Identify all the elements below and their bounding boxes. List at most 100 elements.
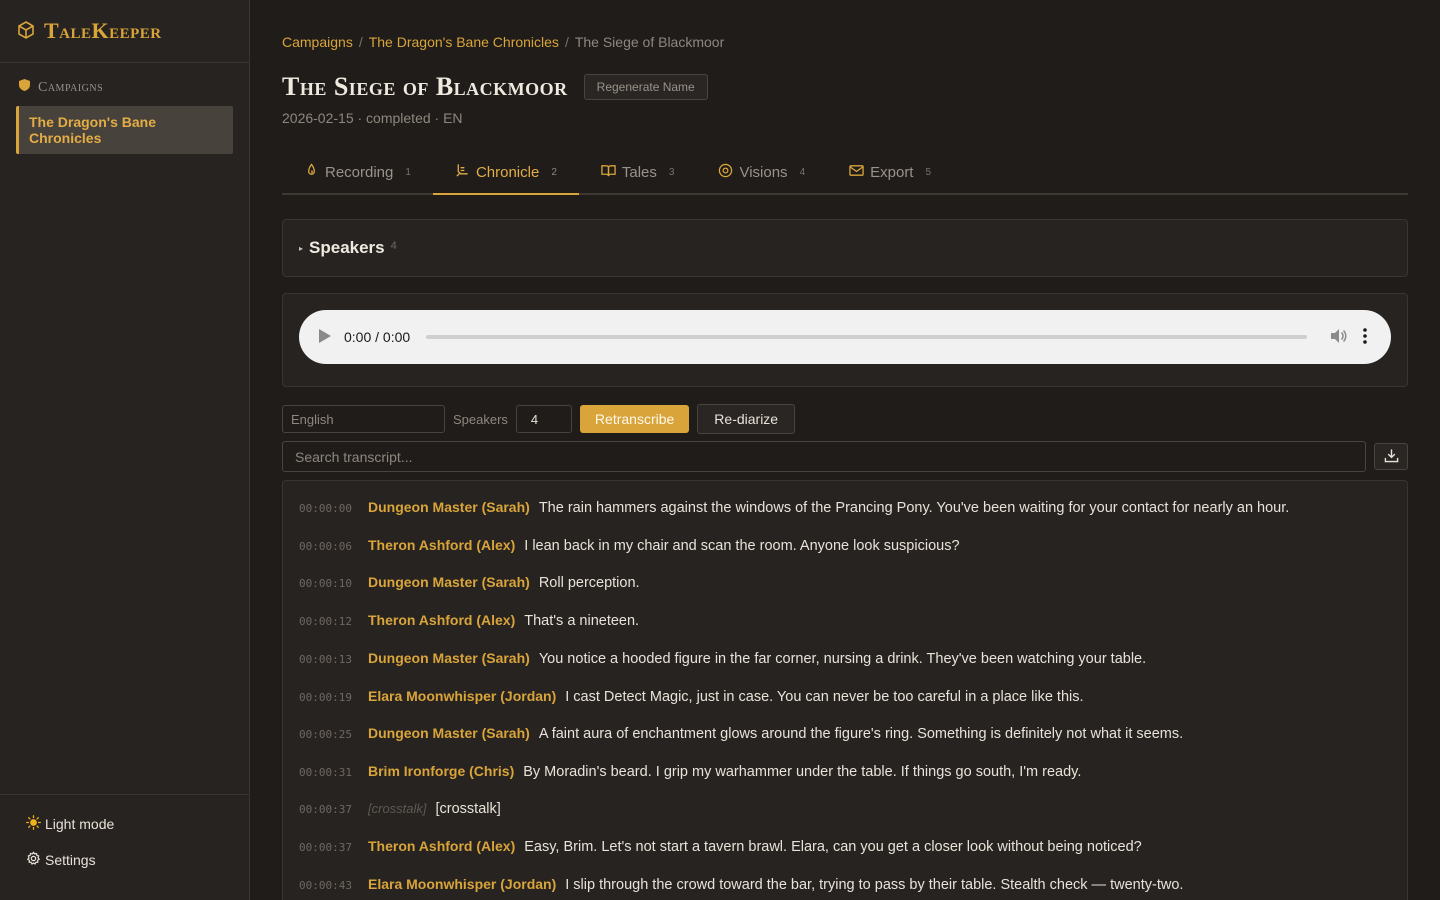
tab-label: Chronicle <box>475 164 540 181</box>
page-title: The Siege of Blackmoor <box>282 72 568 101</box>
segment-speaker[interactable]: Dungeon Master (Sarah) <box>368 574 530 590</box>
tab-tales[interactable]: Tales 3 <box>579 152 697 193</box>
segment-speaker[interactable]: Theron Ashford (Alex) <box>368 612 515 628</box>
download-icon <box>1384 448 1399 466</box>
segment-timestamp[interactable]: 00:00:00 <box>299 502 368 515</box>
transcript-segment[interactable]: 00:00:31 Brim Ironforge (Chris) By Moradin… <box>299 763 1081 780</box>
segment-speaker[interactable]: Dungeon Master (Sarah) <box>368 650 530 666</box>
language-input[interactable]: English <box>282 405 445 433</box>
segment-speaker[interactable]: Theron Ashford (Alex) <box>368 537 515 553</box>
sidebar-item-campaign[interactable]: The Dragon's Bane Chronicles <box>16 106 233 154</box>
transcript-segment[interactable]: 00:00:00 Dungeon Master (Sarah) The rain h… <box>299 499 1289 516</box>
transcript-segment[interactable]: 00:00:25 Dungeon Master (Sarah) A faint au… <box>299 725 1183 742</box>
campaigns-heading-label: Campaigns <box>38 79 104 95</box>
sidebar-footer: Light mode Settings <box>0 794 249 900</box>
segment-timestamp[interactable]: 00:00:37 <box>299 841 368 854</box>
transcript-segment[interactable]: 00:00:19 Elara Moonwhisper (Jordan) I cast… <box>299 688 1084 705</box>
regenerate-name-button[interactable]: Regenerate Name <box>583 74 708 100</box>
transcription-controls: English Speakers 4 Retranscribe Re-diari… <box>282 404 796 434</box>
transcript-segment[interactable]: 00:00:12 Theron Ashford (Alex) That's a ni… <box>299 612 639 629</box>
title-row: The Siege of Blackmoor Regenerate Name <box>282 72 708 102</box>
breadcrumb-campaign[interactable]: The Dragon's Bane Chronicles <box>369 34 559 50</box>
tab-number: 3 <box>668 167 675 178</box>
segment-text: I slip through the crowd toward the bar,… <box>565 877 1184 893</box>
brand[interactable]: TaleKeeper <box>0 0 249 63</box>
search-row: Search transcript... <box>282 441 1408 472</box>
quill-icon <box>455 163 470 182</box>
tab-chronicle[interactable]: Chronicle 2 <box>432 152 579 195</box>
segment-speaker[interactable]: Dungeon Master (Sarah) <box>368 725 530 741</box>
tab-number: 4 <box>799 167 806 178</box>
audio-progress-bar[interactable] <box>426 335 1307 339</box>
segment-text: You notice a hooded figure in the far co… <box>538 650 1147 667</box>
segment-text: By Moradin's beard. I grip my warhammer … <box>523 763 1082 780</box>
segment-speaker[interactable]: Elara Moonwhisper (Jordan) <box>368 876 556 892</box>
tab-label: Export <box>870 164 914 181</box>
segment-timestamp[interactable]: 00:00:06 <box>299 540 368 553</box>
segment-speaker[interactable]: Theron Ashford (Alex) <box>368 838 515 854</box>
tab-bar: Recording 1 Chronicle 2 Tales 3 Visions … <box>282 152 1408 195</box>
tab-number: 5 <box>925 167 932 178</box>
segment-speaker[interactable]: Brim Ironforge (Chris) <box>368 763 514 779</box>
segment-text: I lean back in my chair and scan the roo… <box>524 537 960 554</box>
speakers-count-input[interactable]: 4 <box>515 405 572 433</box>
segment-timestamp[interactable]: 00:00:43 <box>299 879 368 892</box>
segment-text: [crosstalk] <box>435 800 501 817</box>
speakers-input-label: Speakers <box>453 411 508 427</box>
light-mode-label: Light mode <box>45 816 115 832</box>
breadcrumb-current: The Siege of Blackmoor <box>574 34 725 50</box>
tab-label: Recording <box>325 164 394 181</box>
segment-timestamp[interactable]: 00:00:31 <box>299 766 368 779</box>
tab-export[interactable]: Export 5 <box>827 152 953 193</box>
light-mode-toggle[interactable]: Light mode <box>26 815 223 833</box>
book-icon <box>601 163 616 182</box>
segment-timestamp[interactable]: 00:00:12 <box>299 615 368 628</box>
segment-text: The rain hammers against the windows of … <box>538 500 1290 516</box>
transcript-segment[interactable]: 00:00:37 [crosstalk] [crosstalk] <box>299 801 501 817</box>
tab-label: Tales <box>621 164 657 181</box>
segment-speaker[interactable]: Elara Moonwhisper (Jordan) <box>368 688 556 704</box>
segment-text: Roll perception. <box>538 575 640 592</box>
transcript-segment[interactable]: 00:00:06 Theron Ashford (Alex) I lean back… <box>299 537 960 554</box>
transcript-segment[interactable]: 00:00:10 Dungeon Master (Sarah) Roll perce… <box>299 574 640 591</box>
transcript-segment[interactable]: 00:00:37 Theron Ashford (Alex) Easy, Brim.… <box>299 838 1142 855</box>
breadcrumb-separator: / <box>564 34 569 50</box>
segment-text: That's a nineteen. <box>524 613 640 630</box>
transcript-segment[interactable]: 00:00:43 Elara Moonwhisper (Jordan) I slip… <box>299 876 1183 893</box>
segment-text: A faint aura of enchantment glows around… <box>538 726 1184 743</box>
tab-visions[interactable]: Visions 4 <box>696 152 827 193</box>
transcript-list: 00:00:00 Dungeon Master (Sarah) The rain h… <box>282 480 1408 900</box>
more-options-icon[interactable] <box>1363 327 1373 347</box>
segment-timestamp[interactable]: 00:00:25 <box>299 728 368 741</box>
app-name: TaleKeeper <box>44 18 162 43</box>
campaigns-heading: Campaigns <box>16 79 233 96</box>
settings-link[interactable]: Settings <box>26 851 223 869</box>
segment-speaker[interactable]: Dungeon Master (Sarah) <box>368 499 530 515</box>
sun-icon <box>26 815 41 833</box>
audio-player[interactable]: 0:00 / 0:00 <box>299 310 1391 364</box>
shield-icon <box>19 79 30 96</box>
speakers-panel[interactable]: ▸ Speakers 4 <box>282 219 1408 277</box>
retranscribe-button[interactable]: Retranscribe <box>579 405 690 433</box>
segment-text: Easy, Brim. Let's not start a tavern bra… <box>524 839 1142 856</box>
envelope-icon <box>849 163 864 182</box>
microphone-icon <box>304 163 319 182</box>
volume-icon[interactable] <box>1329 327 1363 348</box>
segment-timestamp[interactable]: 00:00:19 <box>299 691 368 704</box>
speakers-count: 4 <box>390 240 397 252</box>
segment-timestamp[interactable]: 00:00:10 <box>299 577 368 590</box>
tab-recording[interactable]: Recording 1 <box>282 152 433 193</box>
segment-timestamp[interactable]: 00:00:13 <box>299 653 368 666</box>
settings-label: Settings <box>45 852 96 868</box>
breadcrumb-campaigns[interactable]: Campaigns <box>282 34 353 50</box>
segment-timestamp[interactable]: 00:00:37 <box>299 803 368 816</box>
transcript-search-input[interactable]: Search transcript... <box>282 441 1366 472</box>
rediarize-button[interactable]: Re-diarize <box>697 404 796 434</box>
audio-time: 0:00 / 0:00 <box>344 329 411 345</box>
logo-icon <box>16 20 36 43</box>
eye-icon <box>718 163 733 182</box>
segment-speaker[interactable]: [crosstalk] <box>368 801 427 816</box>
transcript-segment[interactable]: 00:00:13 Dungeon Master (Sarah) You notice… <box>299 650 1146 667</box>
play-icon[interactable] <box>317 328 344 346</box>
download-transcript-button[interactable] <box>1374 443 1408 470</box>
